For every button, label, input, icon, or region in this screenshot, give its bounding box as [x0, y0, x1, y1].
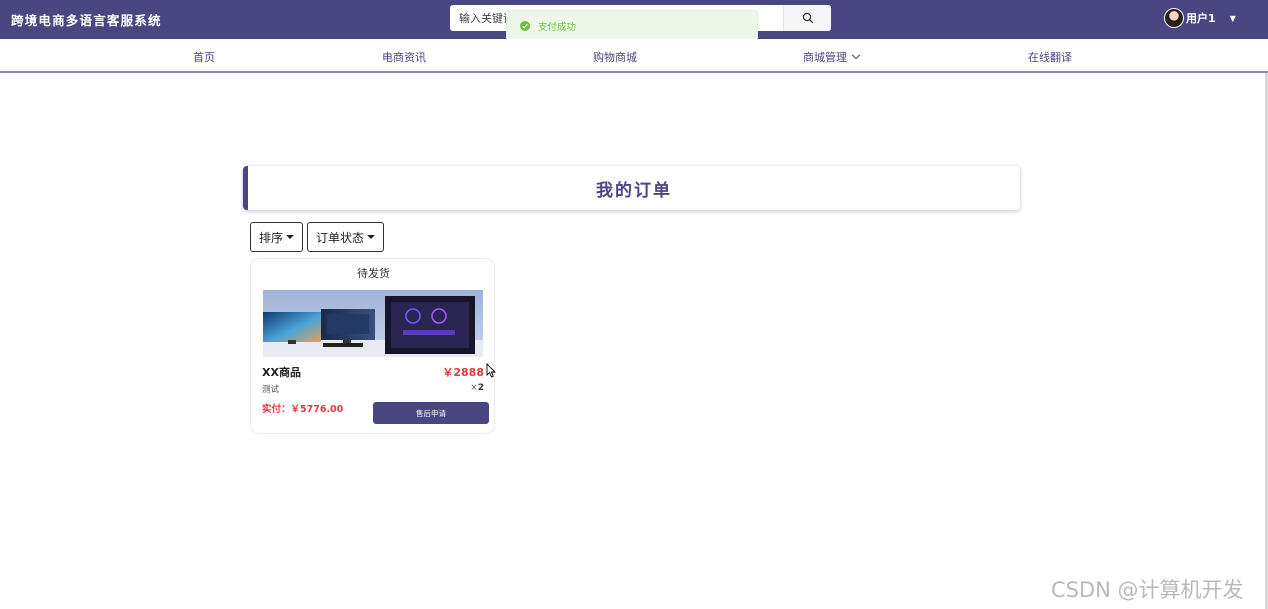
check-circle-icon: [520, 20, 530, 31]
page-title: 我的订单: [596, 180, 672, 201]
nav-shopping-mall[interactable]: 购物商城: [593, 49, 637, 65]
product-description: 测试: [262, 385, 280, 395]
caret-down-icon: [367, 235, 376, 239]
product-quantity: ×2: [470, 383, 484, 393]
avatar[interactable]: [1164, 8, 1184, 28]
watermark: CSDN @计算机开发: [1051, 578, 1244, 602]
caret-down-icon: [286, 235, 295, 239]
success-toast: 支付成功: [506, 10, 758, 41]
search-button[interactable]: [783, 5, 831, 31]
paid-amount: 实付：￥5776.00: [262, 404, 344, 415]
product-name: XX商品: [262, 366, 301, 379]
toast-message: 支付成功: [538, 21, 577, 33]
site-title: 跨境电商多语言客服系统: [11, 13, 162, 28]
chevron-down-icon: [851, 50, 861, 60]
nav-online-translation[interactable]: 在线翻译: [1028, 49, 1072, 65]
order-status-label: 订单状态: [316, 230, 365, 245]
product-image[interactable]: [263, 290, 483, 357]
page-title-box: 我的订单: [243, 166, 1020, 210]
nav-home[interactable]: 首页: [193, 49, 215, 65]
order-card[interactable]: 待发货 XX商品 ￥2888 测试 ×2 实付：￥5776.00 售后申请: [250, 258, 495, 434]
after-sale-button[interactable]: 售后申请: [373, 402, 489, 424]
main-nav: 首页 电商资讯 购物商城 商城管理 在线翻译: [0, 39, 1268, 73]
order-status-dropdown[interactable]: 订单状态: [307, 222, 385, 252]
quantity-value: 2: [477, 383, 484, 393]
search-icon: [802, 12, 813, 24]
nav-mall-management[interactable]: 商城管理: [803, 49, 861, 65]
user-menu[interactable]: 用户1 ▼: [1164, 7, 1236, 29]
product-price: ￥2888: [442, 366, 484, 379]
nav-ecommerce-news[interactable]: 电商资讯: [382, 49, 426, 65]
order-status: 待发货: [357, 267, 390, 280]
user-name[interactable]: 用户1: [1186, 10, 1216, 26]
sort-dropdown[interactable]: 排序: [250, 222, 304, 252]
sort-label: 排序: [259, 230, 284, 245]
caret-down-icon[interactable]: ▼: [1230, 14, 1236, 23]
nav-mall-management-label: 商城管理: [803, 51, 847, 64]
mouse-cursor-icon: [486, 363, 497, 378]
